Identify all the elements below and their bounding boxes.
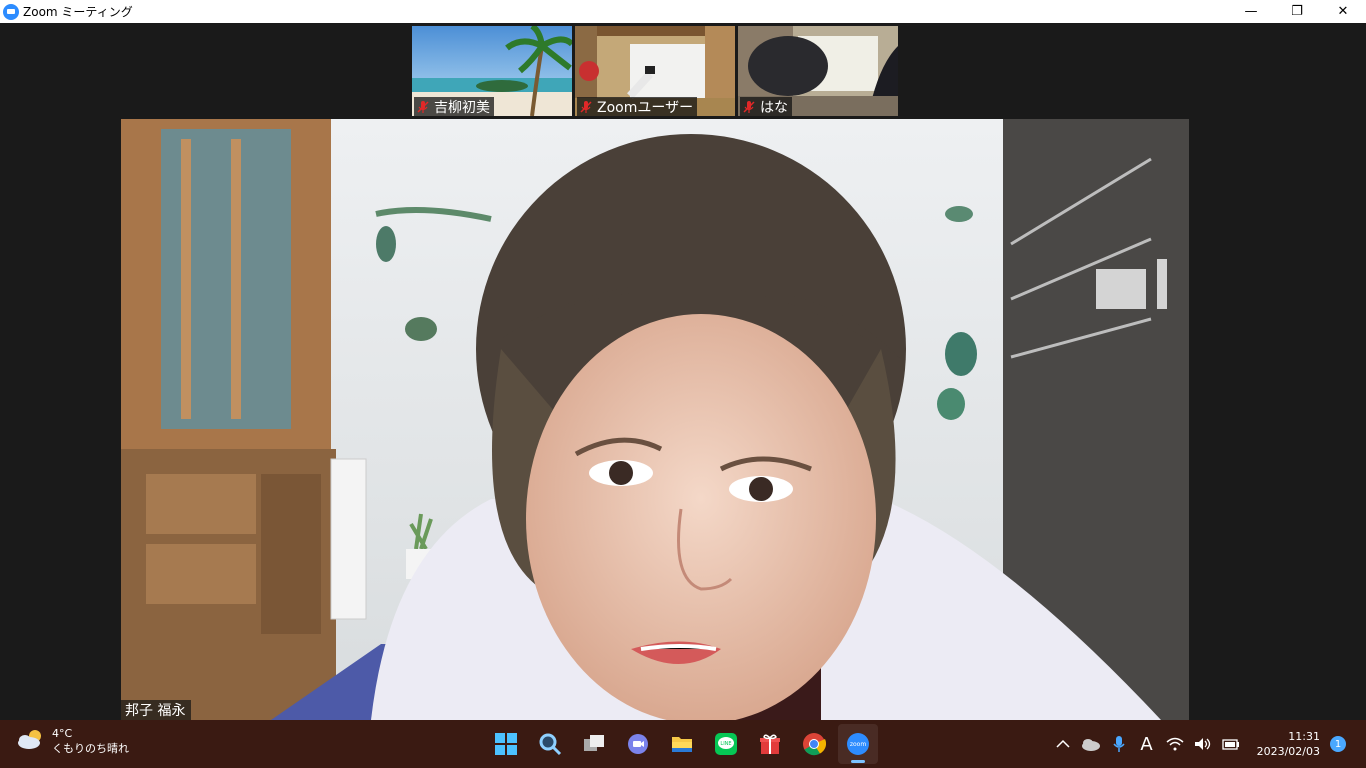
- maximize-button[interactable]: ❐: [1274, 0, 1320, 23]
- notification-badge[interactable]: 1: [1330, 736, 1346, 752]
- minimize-button[interactable]: —: [1228, 0, 1274, 23]
- start-icon[interactable]: [486, 724, 526, 764]
- speaker-video-frame: [121, 119, 1189, 720]
- volume-icon[interactable]: [1191, 732, 1215, 756]
- participant-name-tag: Zoomユーザー: [577, 97, 698, 116]
- participant-thumbnail-1[interactable]: 吉柳初美: [412, 26, 572, 116]
- clock-time: 11:31: [1288, 730, 1320, 743]
- window-title: Zoom ミーティング: [23, 5, 133, 19]
- taskbar: 4°C くもりのち晴れ LINE zoom A 11:31 2023/02/03…: [0, 720, 1366, 768]
- active-speaker-video[interactable]: 邦子 福永: [121, 119, 1189, 720]
- zoom-app-icon: [3, 3, 19, 20]
- taskbar-apps: LINE zoom: [486, 724, 882, 764]
- cloud-sun-icon: [16, 727, 46, 755]
- line-icon[interactable]: LINE: [706, 724, 746, 764]
- mic-muted-icon: [742, 100, 756, 114]
- meeting-area: 吉柳初美 Zoomユーザー はな 邦子 福永: [0, 23, 1366, 720]
- weather-condition: くもりのち晴れ: [52, 742, 129, 755]
- mic-muted-icon: [579, 100, 593, 114]
- participant-thumbnail-3[interactable]: はな: [738, 26, 898, 116]
- weather-widget[interactable]: 4°C くもりのち晴れ: [16, 726, 129, 756]
- speaker-name: 邦子 福永: [125, 703, 186, 719]
- mic-muted-icon: [416, 100, 430, 114]
- search-icon[interactable]: [530, 724, 570, 764]
- window-controls: — ❐ ✕: [1228, 0, 1366, 23]
- task-view-icon[interactable]: [574, 724, 614, 764]
- zoom-icon[interactable]: zoom: [838, 724, 878, 764]
- participant-name-tag: はな: [740, 97, 792, 116]
- participant-name-tag: 吉柳初美: [414, 97, 494, 116]
- system-tray: A 11:31 2023/02/03 1: [1051, 720, 1366, 768]
- participant-name: 吉柳初美: [434, 99, 490, 116]
- clock-date: 2023/02/03: [1256, 745, 1320, 758]
- participant-name: Zoomユーザー: [597, 99, 694, 116]
- svg-text:LINE: LINE: [720, 741, 731, 747]
- chrome-icon[interactable]: [794, 724, 834, 764]
- microphone-icon[interactable]: [1107, 732, 1131, 756]
- battery-icon[interactable]: [1219, 732, 1243, 756]
- speaker-name-tag: 邦子 福永: [121, 700, 192, 720]
- weather-temp: 4°C: [52, 727, 73, 740]
- file-explorer-icon[interactable]: [662, 724, 702, 764]
- teams-chat-icon[interactable]: [618, 724, 658, 764]
- gift-icon[interactable]: [750, 724, 790, 764]
- svg-text:zoom: zoom: [850, 741, 866, 748]
- onedrive-icon[interactable]: [1079, 732, 1103, 756]
- clock[interactable]: 11:31 2023/02/03: [1257, 729, 1320, 759]
- wifi-icon[interactable]: [1163, 732, 1187, 756]
- ime-indicator[interactable]: A: [1135, 732, 1159, 756]
- close-button[interactable]: ✕: [1320, 0, 1366, 23]
- title-bar: Zoom ミーティング — ❐ ✕: [0, 0, 1366, 23]
- chevron-up-icon[interactable]: [1051, 732, 1075, 756]
- participant-name: はな: [760, 99, 788, 116]
- participant-thumbnail-2[interactable]: Zoomユーザー: [575, 26, 735, 116]
